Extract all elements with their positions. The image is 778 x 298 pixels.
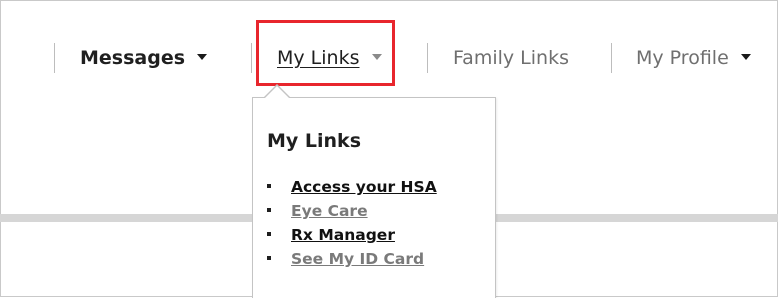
nav-item-my-profile[interactable]: My Profile [636,44,751,72]
chevron-down-icon [197,53,208,60]
dropdown-title: My Links [267,130,361,152]
nav-item-my-profile-label: My Profile [636,47,729,69]
list-item: Access your HSA [267,175,437,199]
list-item: See My ID Card [267,247,437,271]
nav-item-messages[interactable]: Messages [80,44,208,72]
chevron-down-icon [371,53,382,60]
bullet-icon [267,255,271,260]
nav-item-family-links[interactable]: Family Links [453,44,569,72]
nav-divider [251,43,252,73]
nav-item-my-links-label: My Links [277,47,360,69]
nav-divider [427,43,428,73]
dropdown-pointer-fill [265,86,289,98]
nav-divider [54,43,55,73]
nav-item-family-links-label: Family Links [453,47,569,69]
dropdown-link-list: Access your HSA Eye Care Rx Manager See … [267,175,437,271]
nav-item-messages-label: Messages [80,47,186,69]
bullet-icon [267,231,271,236]
top-navigation: Messages My Links Family Links My Profil… [0,0,778,112]
chevron-down-icon [740,53,751,60]
bullet-icon [267,207,271,212]
list-item: Eye Care [267,199,437,223]
bullet-icon [267,183,271,188]
see-id-card-link[interactable]: See My ID Card [291,250,424,268]
nav-divider [611,43,612,73]
rx-manager-link[interactable]: Rx Manager [291,226,395,244]
list-item: Rx Manager [267,223,437,247]
nav-item-my-links[interactable]: My Links [277,44,382,72]
my-links-dropdown-menu: My Links Access your HSA Eye Care Rx Man… [252,97,496,298]
access-hsa-link[interactable]: Access your HSA [291,178,437,196]
eye-care-link[interactable]: Eye Care [291,202,368,220]
